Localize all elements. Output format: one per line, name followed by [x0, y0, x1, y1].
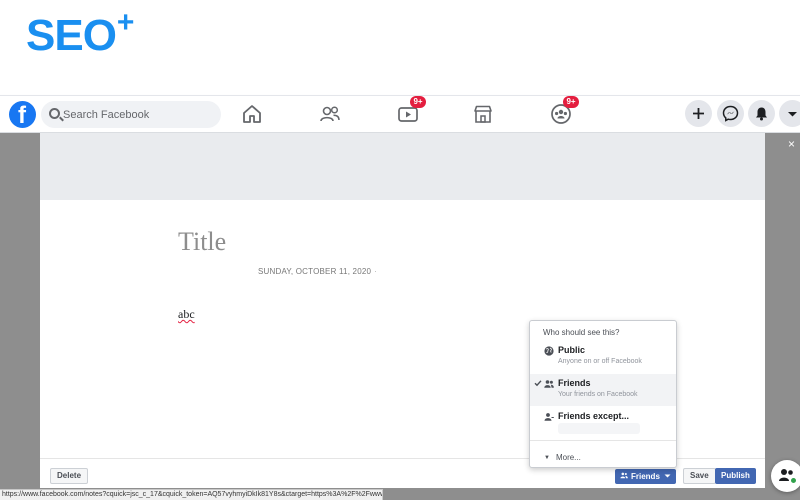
privacy-option-desc: Anyone on or off Facebook [558, 358, 642, 365]
nav-friends[interactable] [318, 102, 344, 128]
nav-marketplace[interactable] [471, 102, 497, 128]
facebook-logo[interactable]: f [9, 101, 36, 129]
cover-photo-area[interactable] [40, 133, 765, 200]
caret-down-icon [664, 474, 671, 478]
contacts-chat-button[interactable] [771, 460, 800, 492]
friends-icon [320, 106, 340, 122]
seo-logo: SEO+ [26, 8, 134, 60]
groups-badge: 9+ [563, 96, 579, 108]
privacy-more-option[interactable]: ▼ More... [544, 453, 581, 462]
privacy-option-friends[interactable]: Friends Your friends on Facebook [530, 374, 676, 406]
privacy-option-public[interactable]: Public Anyone on or off Facebook [530, 341, 676, 373]
globe-icon [544, 346, 554, 356]
note-date: SUNDAY, OCTOBER 11, 2020 · [258, 267, 377, 276]
audience-label: Friends [631, 472, 660, 481]
browser-status-url: https://www.facebook.com/notes?cquick=js… [0, 489, 383, 500]
facebook-top-bar: f 9+ [0, 95, 800, 133]
online-status-dot [790, 477, 797, 484]
privacy-option-title: Friends except... [558, 411, 630, 421]
seo-logo-text: SEO [26, 11, 117, 60]
create-button[interactable] [685, 100, 712, 127]
search-icon [49, 108, 60, 119]
search-input[interactable] [63, 101, 213, 128]
watch-badge: 9+ [410, 96, 426, 108]
privacy-option-title: Friends [558, 378, 591, 388]
messenger-button[interactable] [717, 100, 744, 127]
seo-logo-plus: + [116, 6, 135, 39]
save-button[interactable]: Save [683, 468, 716, 484]
friends-icon [779, 469, 793, 481]
note-date-text: SUNDAY, OCTOBER 11, 2020 [258, 267, 372, 276]
plus-icon [693, 108, 704, 119]
note-date-dot: · [374, 267, 378, 276]
checkmark-icon [534, 380, 542, 387]
notifications-button[interactable] [748, 100, 775, 127]
nav-watch[interactable]: 9+ [396, 96, 426, 128]
privacy-divider [530, 440, 676, 441]
privacy-dropdown: Who should see this? Public Anyone on or… [529, 320, 677, 468]
privacy-more-label: More... [555, 453, 581, 462]
search-box[interactable] [41, 101, 221, 128]
audience-button[interactable]: Friends [615, 469, 677, 484]
home-icon [243, 105, 261, 123]
nav-home[interactable] [240, 102, 266, 128]
caret-down-icon [788, 112, 797, 117]
privacy-option-title: Public [558, 345, 586, 355]
privacy-option-friends-except[interactable]: Friends except... [530, 407, 676, 439]
bell-icon [756, 107, 767, 121]
privacy-header: Who should see this? [543, 328, 620, 337]
friends-icon [544, 380, 554, 388]
friends-icon [620, 472, 628, 479]
note-title-input[interactable]: Title [178, 227, 226, 257]
account-menu-button[interactable] [779, 100, 800, 127]
facebook-logo-letter: f [18, 102, 26, 129]
publish-button[interactable]: Publish [715, 468, 756, 484]
privacy-option-desc: Your friends on Facebook [558, 391, 638, 398]
nav-groups[interactable]: 9+ [549, 96, 579, 128]
screen: SEO+ f 9+ [0, 0, 800, 500]
redacted-text [558, 423, 640, 434]
triangle-down-icon: ▼ [544, 455, 550, 461]
marketplace-icon [474, 105, 492, 123]
messenger-icon [722, 105, 739, 122]
friend-except-icon [544, 413, 554, 421]
close-icon[interactable]: × [788, 137, 795, 151]
note-body-text[interactable]: abc [178, 307, 195, 322]
delete-button[interactable]: Delete [50, 468, 89, 484]
